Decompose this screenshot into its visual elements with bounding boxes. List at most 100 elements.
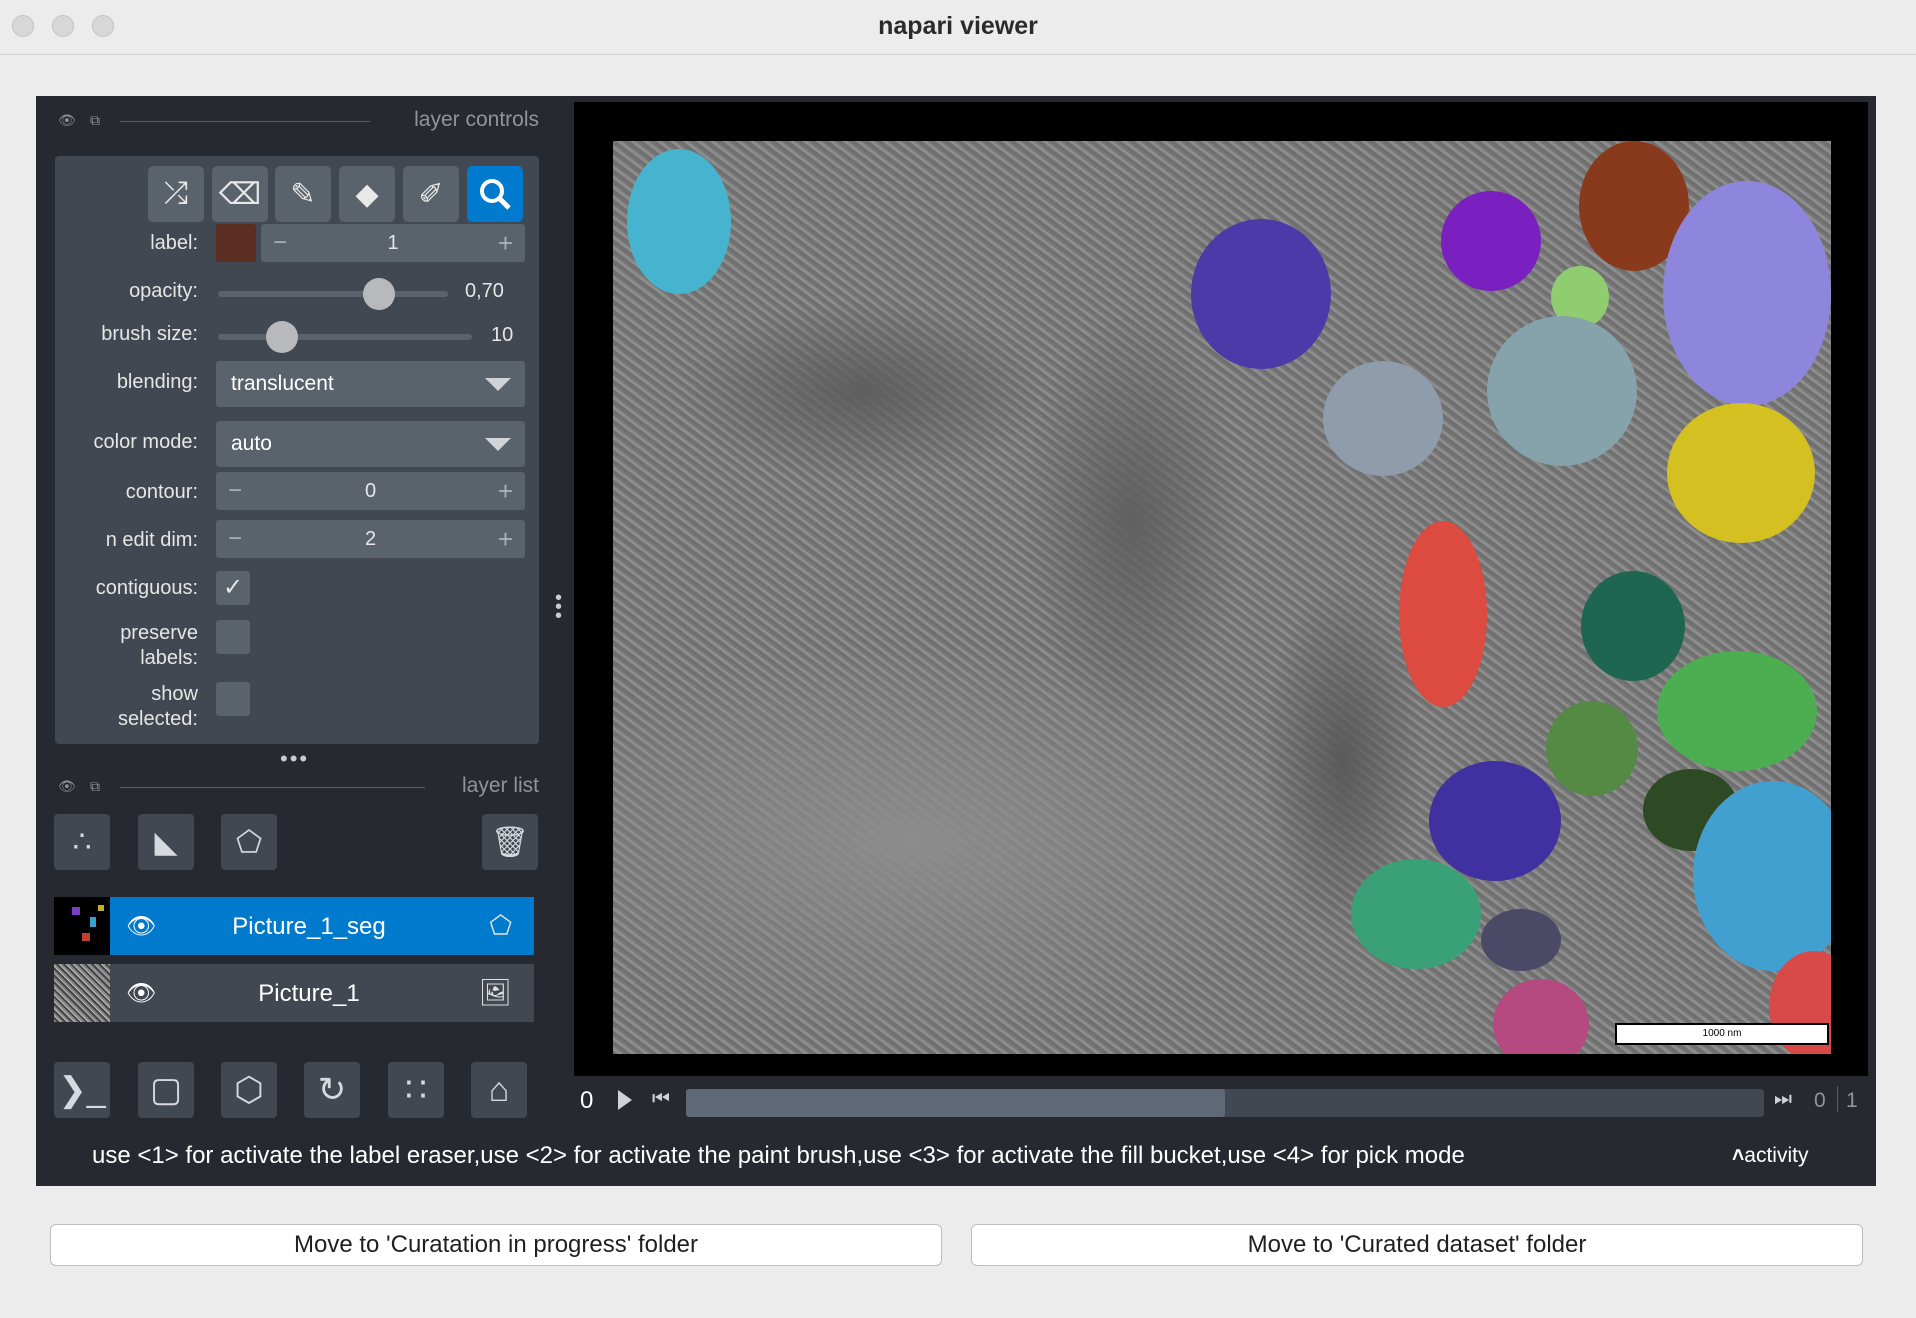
move-to-curation-in-progress-button[interactable]: Move to 'Curatation in progress' folder	[50, 1224, 942, 1266]
layer-controls-header: 👁 ⧉ layer controls	[48, 106, 547, 136]
eraser-icon[interactable]: ⌫	[212, 166, 268, 222]
layer-list-title: layer list	[461, 774, 539, 797]
contour-value: 0	[364, 480, 377, 502]
blending-value: translucent	[231, 372, 334, 395]
roll-dimensions-icon[interactable]: ⬡	[221, 1062, 277, 1118]
delete-layer-icon[interactable]: 🗑	[482, 814, 538, 870]
label-segment	[1399, 521, 1487, 707]
color-mode-select[interactable]: auto	[216, 421, 525, 467]
brush-size-slider-handle[interactable]	[265, 321, 298, 353]
chevron-down-icon	[485, 438, 511, 451]
preserve-labels-line2: labels:	[140, 647, 198, 669]
grid-mode-icon[interactable]: ∷	[388, 1062, 444, 1118]
hide-dock-icon[interactable]: 👁	[58, 112, 76, 128]
brush-size-label: brush size:	[101, 323, 198, 345]
show-selected-label: show selected:	[118, 682, 198, 732]
napari-main: 👁 ⧉ layer controls ⤮ ⌫ ✎ ◆ ✐ label: − 1 …	[36, 96, 1876, 1186]
label-spinbox[interactable]: − 1 +	[261, 224, 525, 262]
image-icon: 🖼	[478, 977, 512, 1007]
increment-icon[interactable]: +	[498, 228, 513, 259]
label-segment	[1581, 571, 1685, 681]
layer-row-labels[interactable]: 👁 Picture_1_seg ⬠	[54, 897, 534, 955]
shuffle-icon[interactable]: ⤮	[148, 166, 204, 222]
label-tag-icon: ⬠	[489, 910, 512, 940]
opacity-slider[interactable]	[218, 291, 448, 297]
new-points-layer-icon[interactable]: ∴	[54, 814, 110, 870]
float-dock-icon[interactable]: ⧉	[90, 112, 106, 128]
preserve-labels-checkbox[interactable]	[216, 620, 250, 654]
label-segment	[1351, 859, 1481, 969]
layer-thumbnail	[54, 897, 110, 955]
blending-select[interactable]: translucent	[216, 361, 525, 407]
hide-dock-icon[interactable]: 👁	[58, 778, 76, 794]
color-picker-icon[interactable]: ✐	[403, 166, 459, 222]
left-dock: 👁 ⧉ layer controls ⤮ ⌫ ✎ ◆ ✐ label: − 1 …	[36, 96, 547, 1130]
layer-row-image[interactable]: 👁 Picture_1 🖼	[54, 964, 534, 1022]
dims-slider-handle[interactable]	[686, 1089, 1225, 1117]
step-back-icon[interactable]: ⏮	[652, 1088, 670, 1111]
divider	[120, 787, 425, 788]
show-selected-line1: show	[151, 683, 198, 705]
preserve-labels-label: preserve labels:	[120, 621, 198, 671]
console-icon[interactable]: ❯_	[54, 1062, 110, 1118]
toggle-ndisplay-icon[interactable]: ▢	[138, 1062, 194, 1118]
play-icon[interactable]	[618, 1090, 632, 1110]
label-segment	[627, 149, 731, 294]
n-edit-dim-spinbox[interactable]: − 2 +	[216, 520, 525, 558]
label-label: label:	[150, 232, 198, 254]
home-icon[interactable]: ⌂	[471, 1062, 527, 1118]
label-segment	[1323, 361, 1443, 476]
contour-label: contour:	[125, 481, 198, 503]
label-segment	[1429, 761, 1561, 881]
layer-list-header: 👁 ⧉ layer list	[48, 772, 547, 802]
paint-brush-icon[interactable]: ✎	[275, 166, 331, 222]
window-titlebar: napari viewer	[0, 0, 1916, 55]
label-segment	[1481, 909, 1561, 971]
layer-controls-title: layer controls	[414, 108, 539, 131]
layer-thumbnail	[54, 964, 110, 1022]
viewer-canvas[interactable]: 1000 nm	[574, 102, 1868, 1076]
float-dock-icon[interactable]: ⧉	[90, 778, 106, 794]
show-selected-checkbox[interactable]	[216, 682, 250, 716]
chevron-up-icon: ˄	[1732, 1144, 1745, 1167]
divider	[1837, 1086, 1838, 1112]
label-value: 1	[387, 232, 399, 254]
contiguous-checkbox[interactable]: ✓	[216, 571, 250, 605]
em-image: 1000 nm	[613, 141, 1831, 1054]
contour-spinbox[interactable]: − 0 +	[216, 472, 525, 510]
dims-frame-value: 0	[1814, 1089, 1826, 1112]
n-edit-dim-value: 2	[364, 528, 377, 550]
pan-zoom-icon[interactable]	[467, 166, 523, 222]
new-labels-layer-icon[interactable]: ⬠	[221, 814, 277, 870]
label-segment	[1657, 651, 1817, 771]
brush-size-value: 10	[491, 324, 514, 346]
new-shapes-layer-icon[interactable]: ◣	[138, 814, 194, 870]
eye-icon[interactable]: 👁	[126, 912, 156, 941]
show-selected-line2: selected:	[117, 708, 198, 730]
activity-label: activity	[1744, 1144, 1809, 1167]
eye-icon[interactable]: 👁	[126, 979, 156, 1008]
increment-icon[interactable]: +	[498, 524, 513, 555]
step-forward-icon[interactable]: ⏭	[1774, 1088, 1792, 1111]
layer-name: Picture_1_seg	[232, 913, 386, 940]
preserve-labels-line1: preserve	[120, 622, 198, 644]
dock-resize-handle[interactable]: • • •	[555, 588, 562, 626]
transpose-icon[interactable]: ↻	[304, 1062, 360, 1118]
blending-label: blending:	[116, 371, 198, 393]
color-mode-value: auto	[231, 432, 272, 455]
move-to-curated-dataset-button[interactable]: Move to 'Curated dataset' folder	[971, 1224, 1863, 1266]
label-segment	[1663, 181, 1831, 406]
window-title: napari viewer	[878, 12, 1038, 40]
label-color-swatch[interactable]	[216, 224, 256, 262]
status-message: use <1> for activate the label eraser,us…	[92, 1142, 1465, 1169]
opacity-slider-handle[interactable]	[363, 278, 395, 310]
activity-button[interactable]: ˄activity	[1732, 1144, 1808, 1168]
dock-splitter-handle[interactable]: •••	[280, 746, 309, 772]
scale-bar: 1000 nm	[1615, 1023, 1829, 1045]
fill-bucket-icon[interactable]: ◆	[339, 166, 395, 222]
opacity-label: opacity:	[129, 280, 198, 302]
brush-size-slider[interactable]	[218, 334, 472, 340]
dims-current-index: 0	[580, 1087, 594, 1114]
dims-slider[interactable]	[686, 1089, 1764, 1117]
increment-icon[interactable]: +	[498, 476, 513, 507]
